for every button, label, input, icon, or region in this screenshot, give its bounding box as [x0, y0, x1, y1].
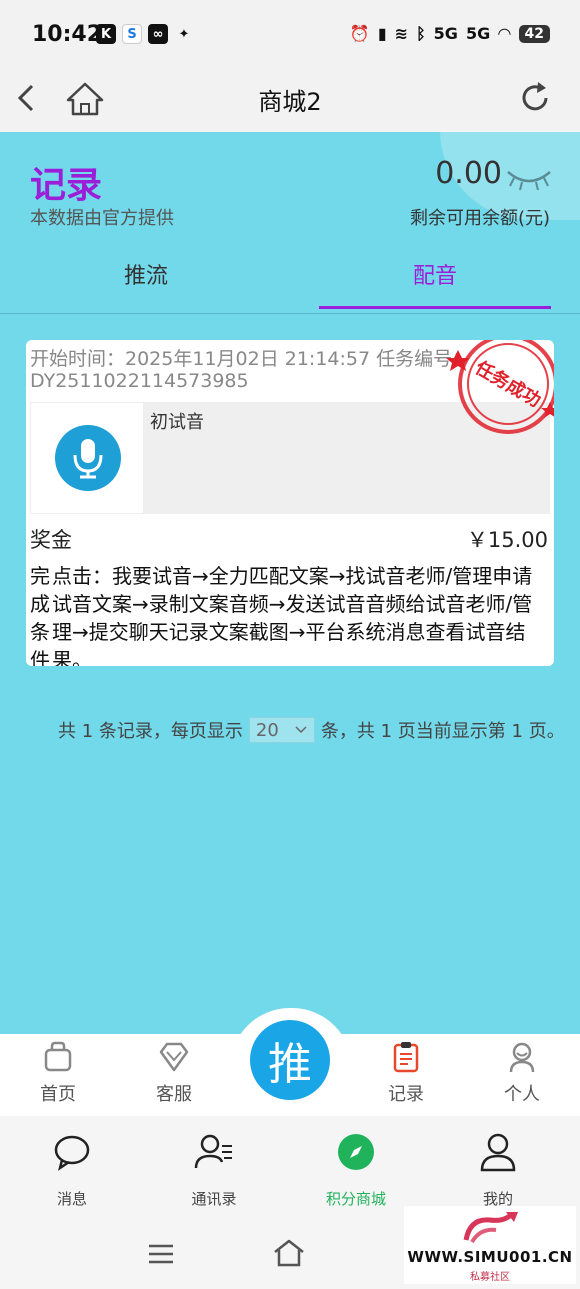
status-bar: 10:42 K S ∞ ✦ ⏰ ▮ ≋ ᛒ 5G 5G ◠ 42	[0, 0, 580, 68]
status-system-icons: ⏰ ▮ ≋ ᛒ 5G 5G ◠ 42	[350, 24, 550, 43]
page-size-value: 20	[255, 719, 279, 741]
diamond-icon	[159, 1042, 189, 1072]
condition-description: 点击：我要试音→全力匹配文案→找试音老师/管理申请试音文案→录制文案音频→发送试…	[52, 564, 533, 666]
user-icon	[509, 1042, 535, 1073]
watermark-subtext: 私募社区	[470, 1272, 510, 1283]
signal-2-icon: 5G	[465, 24, 491, 43]
records-title: 记录	[30, 165, 103, 206]
bluetooth-icon: ᛒ	[416, 24, 426, 43]
nav-item-home[interactable]: 首页	[18, 1040, 98, 1106]
nfc-icon: ≋	[394, 24, 409, 43]
active-tab-indicator	[319, 306, 551, 309]
record-thumbnail	[30, 402, 144, 514]
nav-bar: 商城2	[0, 68, 580, 132]
clipboard-icon	[393, 1042, 419, 1073]
record-task-number: DY2511022114573985	[30, 370, 249, 392]
compass-icon	[338, 1134, 374, 1170]
page-size-select[interactable]: 20	[248, 717, 315, 743]
blue-app-icon: S	[122, 24, 142, 44]
eyelash-icon	[507, 171, 551, 191]
record-start-time: 开始时间：2025年11月02日 21:14:57 任务编号：	[30, 348, 472, 370]
person-icon	[480, 1133, 516, 1172]
sys-tab-contacts[interactable]: 通讯录	[164, 1132, 264, 1209]
site-watermark: WWW.SIMU001.CN 私募社区	[404, 1206, 576, 1284]
link-app-icon: ∞	[148, 24, 168, 44]
microphone-icon	[55, 425, 121, 491]
condition-label: 完成条件	[30, 564, 50, 666]
menu-icon[interactable]	[148, 1244, 174, 1264]
sys-label-messages: 消息	[56, 1190, 87, 1208]
chevron-down-icon	[295, 726, 307, 734]
wifi-icon: ◠	[498, 24, 511, 43]
records-subtitle: 本数据由官方提供	[30, 208, 174, 229]
alarm-icon: ⏰	[349, 24, 370, 43]
bonus-value: ￥15.00	[466, 528, 548, 552]
bonus-label: 奖金	[30, 528, 72, 552]
success-stamp-icon: 任务成功	[446, 340, 554, 434]
signal-1-icon: 5G	[433, 24, 458, 43]
pagination-prefix: 共 1 条记录，每页显示	[58, 721, 243, 742]
record-tabs: 推流 配音	[0, 240, 580, 314]
refresh-icon[interactable]	[516, 78, 556, 118]
sys-tab-messages[interactable]: 消息	[22, 1132, 122, 1209]
tab-peiyin[interactable]: 配音	[319, 258, 551, 290]
battery-icon: 42	[518, 24, 550, 43]
record-item-name: 初试音	[150, 412, 204, 433]
balance-label: 剩余可用余额(元)	[409, 208, 550, 229]
pagination-suffix: 条，共 1 页当前显示第 1 页。	[320, 721, 565, 742]
watermark-logo-icon	[463, 1212, 518, 1244]
nav-label-profile: 个人	[504, 1084, 540, 1105]
watermark-text: WWW.SIMU001.CN	[407, 1248, 573, 1266]
nav-label-service: 客服	[156, 1084, 192, 1105]
sys-label-contacts: 通讯录	[191, 1190, 237, 1208]
nav-item-profile[interactable]: 个人	[482, 1040, 562, 1106]
record-card[interactable]: 开始时间：2025年11月02日 21:14:57 任务编号： DY251102…	[26, 340, 554, 666]
status-time: 10:42	[32, 22, 103, 47]
nav-item-service[interactable]: 客服	[134, 1040, 214, 1106]
nav-label-records: 记录	[388, 1084, 424, 1105]
nav-label-home: 首页	[40, 1084, 76, 1105]
page-title: 商城2	[258, 88, 322, 116]
sys-label-points-mall: 积分商城	[325, 1190, 386, 1208]
system-home-icon[interactable]	[272, 1238, 306, 1268]
system-tab-bar: 消息 通讯录 积分商城 我的	[0, 1116, 580, 1214]
vibrate-icon: ▮	[377, 24, 387, 43]
balance-amount: 0.00	[435, 156, 502, 191]
stamp-text: 任务成功	[470, 356, 544, 412]
tab-tuiliu[interactable]: 推流	[30, 258, 262, 290]
pagination: 共 1 条记录，每页显示 20 条，共 1 页当前显示第 1 页。	[58, 717, 565, 743]
contacts-icon	[194, 1134, 232, 1169]
nav-item-records[interactable]: 记录	[366, 1040, 446, 1106]
chat-bubble-icon	[54, 1135, 90, 1171]
handshake-icon: ✦	[178, 26, 190, 42]
status-notification-icons: K S ∞ ✦	[96, 24, 194, 44]
bag-icon	[44, 1041, 72, 1072]
k-app-icon: K	[96, 24, 116, 44]
sys-tab-me[interactable]: 我的	[448, 1132, 548, 1209]
card-scallop-bottom	[26, 661, 554, 666]
push-center-button[interactable]: 推	[250, 1020, 330, 1100]
sys-tab-points-mall[interactable]: 积分商城	[306, 1132, 406, 1209]
